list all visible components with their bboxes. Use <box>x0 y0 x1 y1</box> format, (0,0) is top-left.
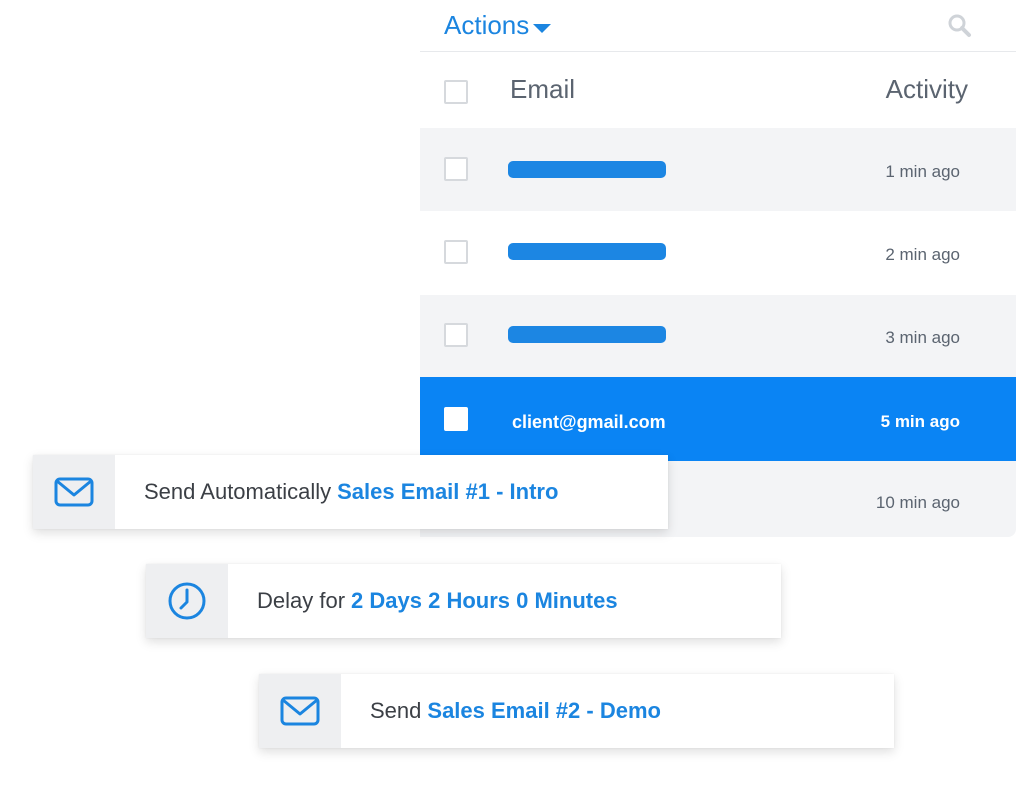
redacted-email <box>508 243 666 260</box>
step-text: Send Sales Email #2 - Demo <box>341 674 661 748</box>
row-checkbox[interactable] <box>444 407 468 431</box>
table-row[interactable]: 3 min ago <box>420 295 1016 377</box>
activity-column-header[interactable]: Activity <box>886 74 968 105</box>
actions-dropdown[interactable]: Actions <box>444 10 552 41</box>
activity-time: 5 min ago <box>880 412 960 431</box>
redacted-email <box>508 161 666 178</box>
activity-time: 10 min ago <box>875 493 960 512</box>
redacted-email <box>508 326 666 343</box>
activity-time: 2 min ago <box>885 245 960 264</box>
step-icon-box <box>33 455 115 529</box>
search-icon[interactable] <box>946 12 972 38</box>
table-header: Email Activity <box>420 52 1016 128</box>
envelope-icon <box>280 696 320 726</box>
table-row-selected[interactable]: client@gmail.com 5 min ago <box>420 377 1016 461</box>
panel-header: Actions <box>420 0 1016 52</box>
envelope-icon <box>54 477 94 507</box>
row-checkbox[interactable] <box>444 323 468 347</box>
step-icon-box <box>146 564 228 638</box>
table-row[interactable]: 1 min ago <box>420 128 1016 211</box>
row-email: client@gmail.com <box>512 412 666 432</box>
actions-label: Actions <box>444 10 530 40</box>
workflow-step-delay[interactable]: Delay for 2 Days 2 Hours 0 Minutes <box>146 564 781 638</box>
step-prefix: Delay for <box>257 588 346 613</box>
select-all-checkbox[interactable] <box>444 80 468 104</box>
caret-down-icon <box>533 24 552 33</box>
row-checkbox[interactable] <box>444 157 468 181</box>
row-checkbox[interactable] <box>444 240 468 264</box>
delay-duration[interactable]: 2 Days 2 Hours 0 Minutes <box>351 588 618 614</box>
step-icon-box <box>259 674 341 748</box>
email-column-header[interactable]: Email <box>510 74 575 105</box>
activity-time: 3 min ago <box>885 328 960 347</box>
step-prefix: Send <box>370 698 422 723</box>
email-template-link[interactable]: Sales Email #1 - Intro <box>337 479 558 505</box>
workflow-step-send-email-2[interactable]: Send Sales Email #2 - Demo <box>259 674 894 748</box>
clock-icon <box>168 582 206 620</box>
workflow-step-send-email-1[interactable]: Send Automatically Sales Email #1 - Intr… <box>33 455 668 529</box>
table-row[interactable]: 2 min ago <box>420 211 1016 295</box>
email-template-link[interactable]: Sales Email #2 - Demo <box>427 698 661 724</box>
activity-time: 1 min ago <box>885 162 960 181</box>
step-text: Delay for 2 Days 2 Hours 0 Minutes <box>228 564 618 638</box>
step-prefix: Send Automatically <box>144 479 332 504</box>
step-text: Send Automatically Sales Email #1 - Intr… <box>115 455 558 529</box>
